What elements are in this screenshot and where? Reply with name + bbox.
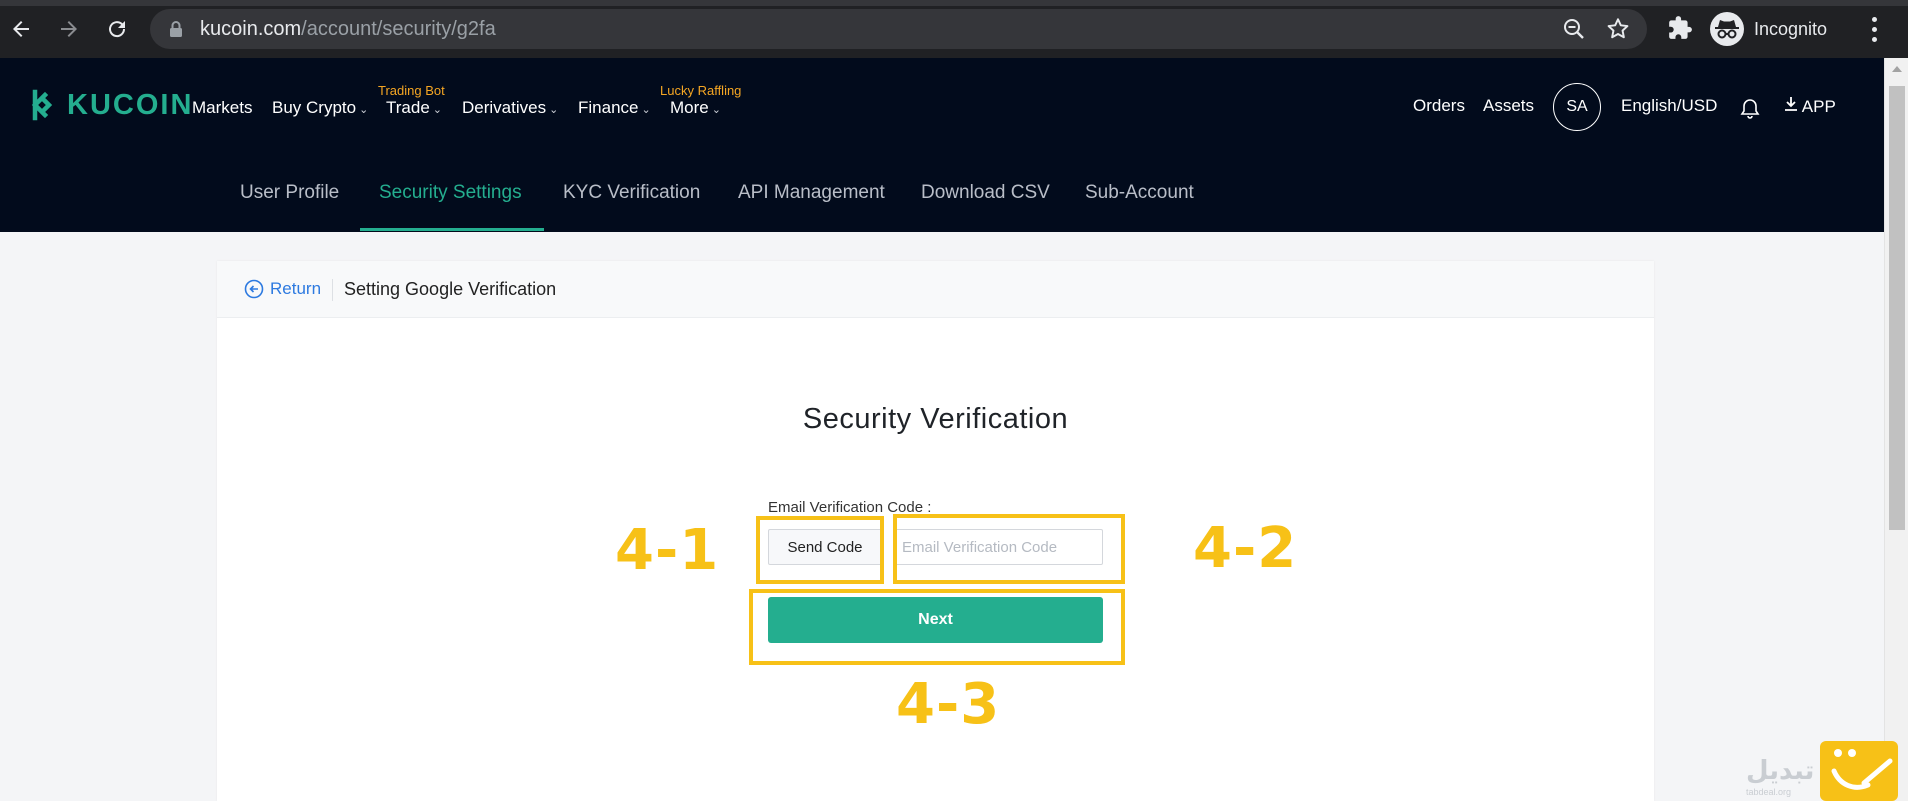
incognito-indicator[interactable]: Incognito: [1710, 10, 1827, 48]
tab-user-profile[interactable]: User Profile: [240, 182, 339, 204]
reload-icon[interactable]: [100, 12, 134, 46]
highlight-send-code: [756, 516, 884, 584]
logo-text: KUCOIN: [67, 88, 194, 121]
tab-sub-account[interactable]: Sub-Account: [1085, 182, 1194, 204]
page-title: Setting Google Verification: [344, 279, 557, 299]
orders-link[interactable]: Orders: [1413, 96, 1465, 116]
nav-derivatives[interactable]: Derivatives ⌄: [462, 98, 558, 118]
back-icon[interactable]: [4, 12, 38, 46]
forward-icon[interactable]: [52, 12, 86, 46]
kucoin-logo-icon: [31, 89, 53, 121]
active-tab-indicator: [360, 228, 544, 231]
scrollbar-thumb[interactable]: [1889, 86, 1905, 530]
url-text: kucoin.com/account/security/g2fa: [200, 18, 496, 40]
chevron-down-icon: ⌄: [432, 104, 442, 116]
zoom-icon[interactable]: [1563, 18, 1585, 40]
tabdeal-logo-icon: [1820, 741, 1899, 801]
tab-download-csv[interactable]: Download CSV: [921, 182, 1050, 204]
nav-finance[interactable]: Finance ⌄: [578, 98, 651, 118]
scroll-up-icon[interactable]: [1892, 66, 1902, 72]
lucky-raffling-tag: Lucky Raffling: [660, 83, 742, 98]
incognito-label: Incognito: [1754, 18, 1828, 39]
tab-api-management[interactable]: API Management: [738, 182, 885, 204]
address-bar[interactable]: kucoin.com/account/security/g2fa: [150, 9, 1647, 49]
annotation-4-2: 4-2: [1193, 516, 1298, 581]
return-arrow-icon: [244, 279, 264, 299]
trading-bot-tag: Trading Bot: [378, 83, 445, 98]
avatar[interactable]: SA: [1553, 83, 1601, 131]
download-icon: [1784, 97, 1802, 116]
lock-icon: [170, 21, 182, 37]
assets-link[interactable]: Assets: [1483, 96, 1534, 116]
card-header: Return Setting Google Verification: [217, 261, 1654, 318]
annotation-4-3: 4-3: [896, 672, 1001, 737]
nav-trade[interactable]: Trade ⌄: [386, 98, 442, 118]
bell-icon[interactable]: [1740, 98, 1760, 125]
page-scrollbar[interactable]: [1884, 58, 1908, 801]
highlight-next-button: [749, 589, 1125, 665]
section-title: Security Verification: [802, 403, 1069, 435]
tab-security-settings[interactable]: Security Settings: [379, 182, 522, 204]
highlight-code-input: [893, 514, 1125, 584]
header-divider: [332, 279, 333, 301]
watermark-text: تبدیل: [1746, 756, 1815, 786]
account-subnav: User Profile Security Settings KYC Verif…: [0, 156, 1884, 232]
watermark-subtext: tabdeal.org: [1746, 787, 1792, 797]
extensions-icon[interactable]: [1667, 15, 1693, 41]
nav-markets[interactable]: Markets: [192, 98, 252, 118]
menu-icon[interactable]: [1864, 14, 1884, 44]
chevron-down-icon: ⌄: [359, 104, 369, 116]
nav-buy-crypto[interactable]: Buy Crypto ⌄: [272, 98, 368, 118]
return-link[interactable]: Return: [244, 279, 321, 299]
chevron-down-icon: ⌄: [549, 104, 559, 116]
kucoin-logo[interactable]: KUCOIN: [25, 88, 193, 122]
star-icon[interactable]: [1605, 16, 1631, 42]
nav-more[interactable]: More ⌄: [670, 98, 721, 118]
tab-kyc-verification[interactable]: KYC Verification: [563, 182, 700, 204]
site-header: KUCOIN Markets Buy Crypto ⌄ Trading Bot T…: [0, 58, 1884, 232]
language-currency-selector[interactable]: English/USD: [1621, 96, 1717, 116]
tabdeal-watermark: تبدیل tabdeal.org: [1746, 741, 1899, 801]
browser-chrome: kucoin.com/account/security/g2fa Incogni…: [0, 0, 1908, 58]
return-label: Return: [270, 279, 322, 298]
chevron-down-icon: ⌄: [641, 104, 651, 116]
chevron-down-icon: ⌄: [711, 104, 721, 116]
app-download-link[interactable]: APP: [1784, 96, 1836, 117]
tab-strip: [0, 0, 1908, 6]
incognito-icon: [1710, 12, 1744, 46]
annotation-4-1: 4-1: [615, 518, 720, 583]
app-label: APP: [1801, 97, 1836, 116]
